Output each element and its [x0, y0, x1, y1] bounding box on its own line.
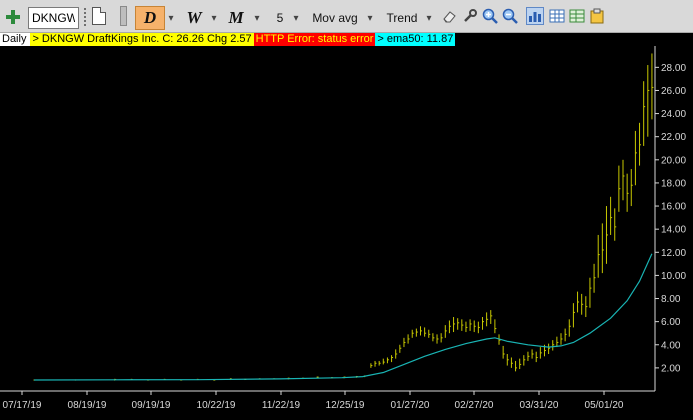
- toolbar-overflow-handle[interactable]: [120, 6, 127, 26]
- interval-value[interactable]: 5: [273, 8, 287, 28]
- y-tick-label: 4.00: [661, 340, 681, 351]
- x-tick-label: 05/01/20: [585, 400, 624, 411]
- status-quote: > DKNGW DraftKings Inc. C: 26.26 Chg 2.5…: [30, 33, 254, 46]
- chart-background: [0, 46, 693, 420]
- indicator-dropdown-arrow[interactable]: ▾: [365, 8, 375, 28]
- indicator-dropdown[interactable]: Mov avg: [310, 8, 360, 28]
- period-daily-dropdown-arrow[interactable]: ▾: [166, 8, 176, 28]
- symbol-input[interactable]: [28, 7, 79, 29]
- x-tick-label: 01/27/20: [391, 400, 430, 411]
- x-tick-label: 08/19/19: [68, 400, 107, 411]
- x-tick-label: 12/25/19: [326, 400, 365, 411]
- chart-app-window: D ▾ W ▾ M ▾ 5 ▾ Mov avg ▾ Trend ▾: [0, 0, 693, 420]
- zoom-in-icon[interactable]: [482, 8, 498, 24]
- toolbar: D ▾ W ▾ M ▾ 5 ▾ Mov avg ▾ Trend ▾: [0, 0, 693, 33]
- period-weekly-button[interactable]: W: [179, 6, 209, 30]
- price-chart[interactable]: 2.00 4.00 6.00 8.00 10.00 12.00 14.00 16.00 18.0…: [0, 46, 693, 420]
- zoom-out-icon[interactable]: [502, 8, 518, 24]
- y-tick-label: 10.00: [661, 271, 686, 282]
- toolbar-grip[interactable]: [83, 7, 87, 27]
- y-tick-label: 8.00: [661, 294, 681, 305]
- y-tick-label: 26.00: [661, 86, 686, 97]
- bar-chart-icon[interactable]: [526, 7, 544, 25]
- add-symbol-icon[interactable]: [4, 8, 22, 26]
- period-monthly-dropdown-arrow[interactable]: ▾: [252, 8, 262, 28]
- y-tick-label: 24.00: [661, 109, 686, 120]
- trend-dropdown[interactable]: Trend: [384, 8, 420, 28]
- grid-table-icon[interactable]: [549, 8, 565, 24]
- y-tick-label: 16.00: [661, 202, 686, 213]
- data-table-icon[interactable]: [569, 8, 585, 24]
- y-tick-label: 28.00: [661, 63, 686, 74]
- x-tick-label: 03/31/20: [520, 400, 559, 411]
- period-daily-button[interactable]: D: [135, 6, 165, 30]
- y-tick-label: 12.00: [661, 248, 686, 259]
- status-error: HTTP Error: status error: [253, 33, 376, 46]
- trend-dropdown-arrow[interactable]: ▾: [424, 8, 434, 28]
- x-tick-label: 09/19/19: [132, 400, 171, 411]
- status-bar: Daily > DKNGW DraftKings Inc. C: 26.26 C…: [0, 33, 456, 46]
- interval-dropdown-arrow[interactable]: ▾: [291, 8, 301, 28]
- wrench-icon[interactable]: [462, 8, 478, 24]
- x-tick-label: 11/22/19: [262, 400, 301, 411]
- period-monthly-button[interactable]: M: [221, 6, 251, 30]
- clipboard-icon[interactable]: [589, 8, 605, 24]
- status-period-label: Daily: [0, 33, 31, 46]
- y-tick-label: 18.00: [661, 178, 686, 189]
- new-document-icon[interactable]: [92, 7, 106, 25]
- x-tick-label: 10/22/19: [197, 400, 236, 411]
- period-weekly-dropdown-arrow[interactable]: ▾: [209, 8, 219, 28]
- y-tick-label: 22.00: [661, 132, 686, 143]
- y-tick-label: 2.00: [661, 363, 681, 374]
- x-tick-label: 02/27/20: [455, 400, 494, 411]
- eraser-icon[interactable]: [442, 8, 458, 24]
- y-tick-label: 6.00: [661, 317, 681, 328]
- y-tick-label: 14.00: [661, 225, 686, 236]
- x-tick-label: 07/17/19: [3, 400, 42, 411]
- status-ema: > ema50: 11.87: [375, 33, 456, 46]
- y-tick-label: 20.00: [661, 155, 686, 166]
